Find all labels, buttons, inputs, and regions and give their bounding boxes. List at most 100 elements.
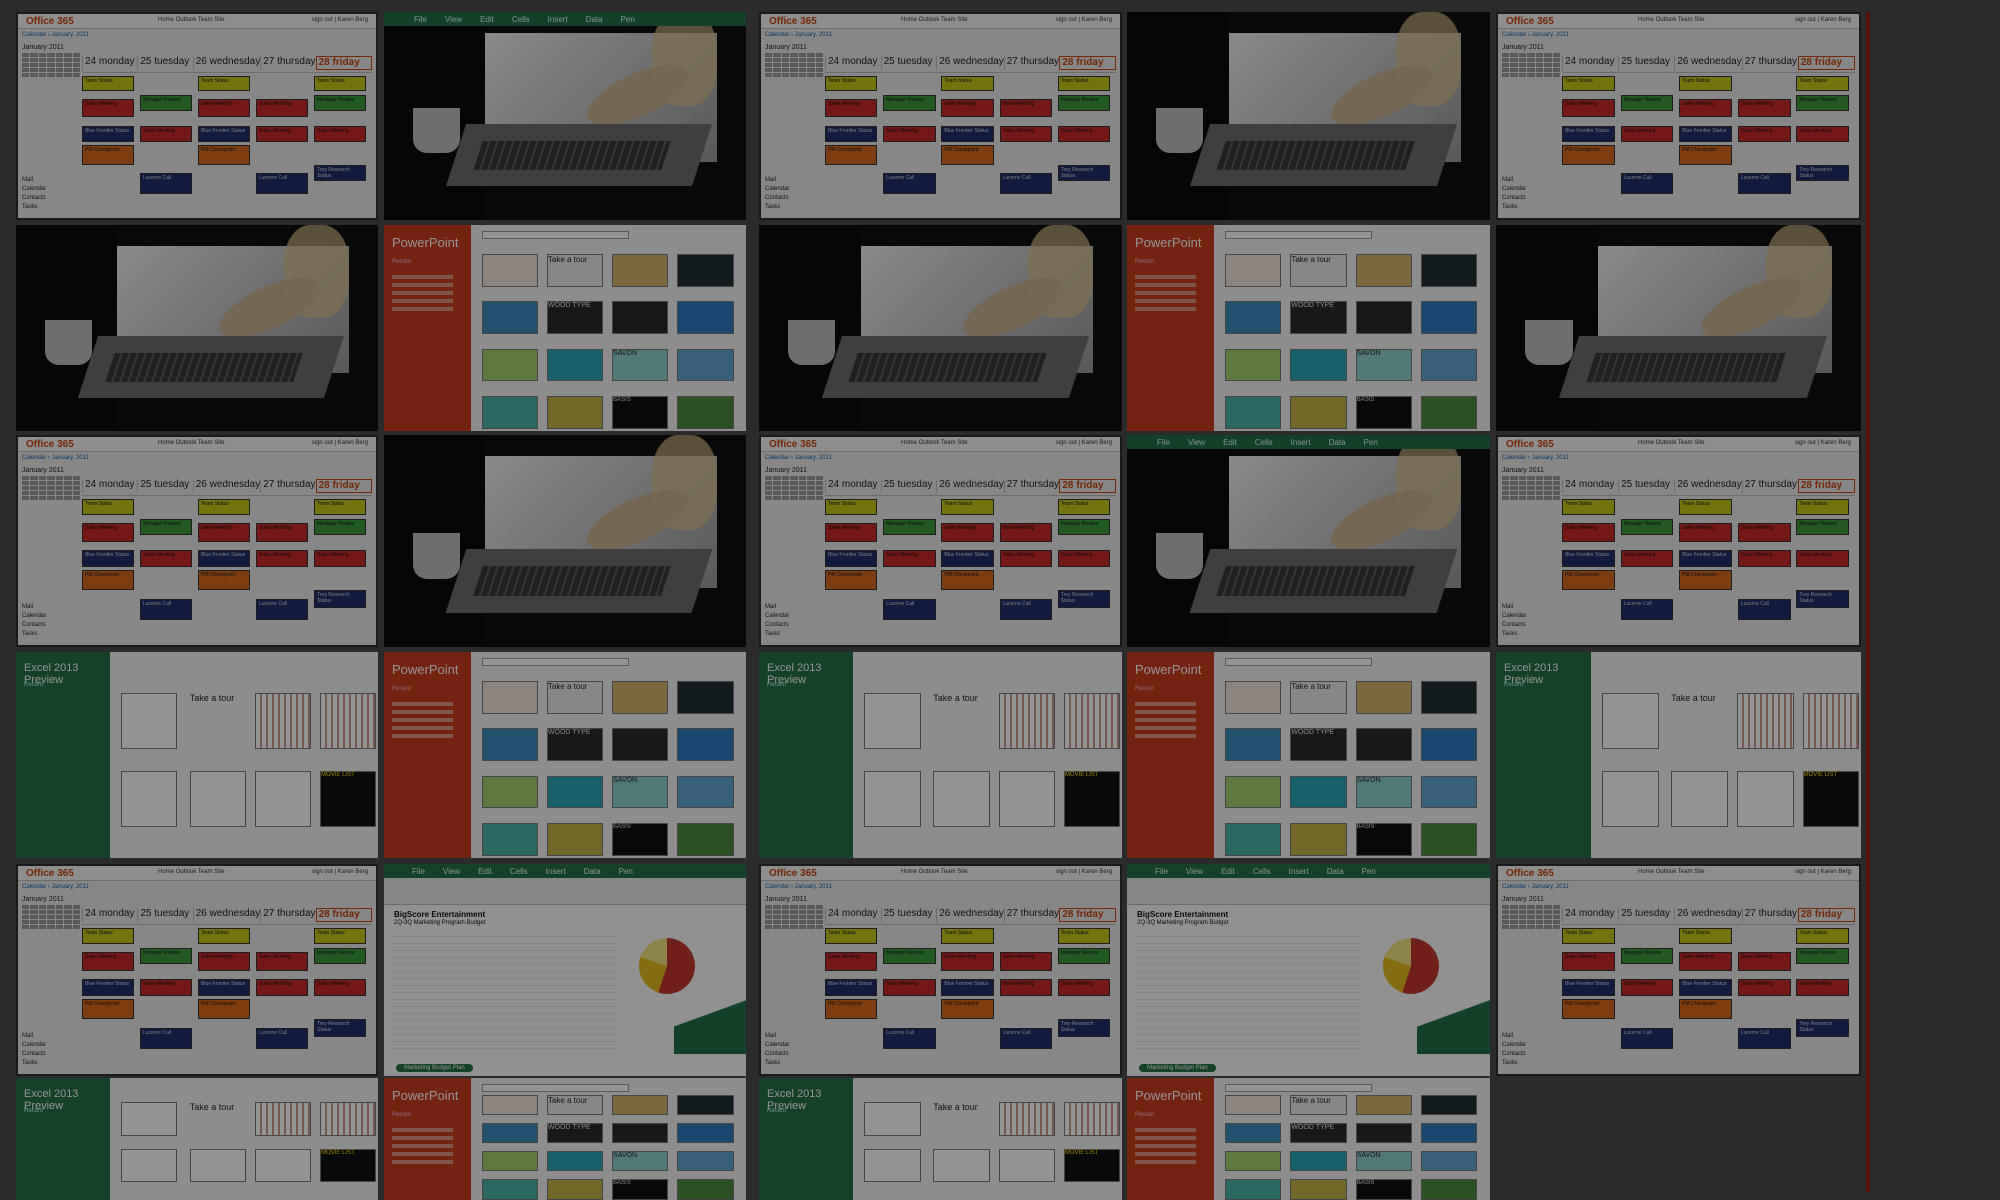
- calendar-event[interactable]: Team Status: [314, 498, 367, 515]
- calendar-event[interactable]: Sales Meeting: [1679, 952, 1732, 971]
- mini-calendar-day[interactable]: [38, 53, 47, 57]
- template-thumbnail[interactable]: [1421, 775, 1478, 809]
- template-thumbnail[interactable]: [1225, 822, 1282, 856]
- template-thumbnail[interactable]: [1421, 1095, 1478, 1116]
- nav-item-mail[interactable]: Mail: [22, 1032, 46, 1041]
- recent-file[interactable]: [1135, 1136, 1196, 1140]
- ribbon-tab[interactable]: Cells: [1255, 438, 1273, 447]
- calendar-event[interactable]: Sales Meeting: [1737, 125, 1791, 143]
- workbook-template[interactable]: [998, 1102, 1056, 1137]
- mini-calendar-day[interactable]: [781, 486, 790, 490]
- mini-calendar-day[interactable]: [38, 58, 47, 62]
- mini-calendar-day[interactable]: [815, 486, 823, 490]
- workbook-template[interactable]: [320, 1102, 377, 1137]
- mini-calendar-day[interactable]: [1527, 73, 1535, 77]
- template-thumbnail[interactable]: [1290, 1179, 1347, 1200]
- template-thumbnail[interactable]: BASIS: [612, 1179, 669, 1200]
- tile-cal[interactable]: Office 365 Home Outlook Team Site sign out…: [759, 435, 1122, 647]
- template-thumbnail[interactable]: [1421, 728, 1478, 762]
- mini-calendar[interactable]: January 2011: [1502, 44, 1560, 77]
- mini-calendar-day[interactable]: [64, 925, 72, 929]
- mini-calendar-day[interactable]: [815, 63, 823, 67]
- mini-calendar-day[interactable]: [1502, 73, 1510, 77]
- top-nav-links[interactable]: Home Outlook Team Site: [901, 17, 968, 23]
- mini-calendar-day[interactable]: [1544, 496, 1552, 500]
- mini-calendar-day[interactable]: [1544, 53, 1552, 57]
- template-thumbnail[interactable]: [1225, 253, 1282, 287]
- template-thumbnail[interactable]: SAVON: [612, 348, 669, 382]
- mini-calendar-day[interactable]: [765, 486, 773, 490]
- calendar-event[interactable]: PM Checkpoint: [1679, 570, 1732, 591]
- recent-file[interactable]: [392, 718, 453, 722]
- mini-calendar-day[interactable]: [1527, 925, 1535, 929]
- mini-calendar-day[interactable]: [815, 910, 823, 914]
- calendar-event[interactable]: Blue Frontier Status: [941, 979, 994, 997]
- calendar-event[interactable]: Blue Frontier Status: [825, 125, 878, 143]
- user-menu[interactable]: sign out | Karen Berg: [1056, 440, 1112, 446]
- top-nav-links[interactable]: Home Outlook Team Site: [158, 440, 225, 446]
- mini-calendar-day[interactable]: [807, 58, 815, 62]
- template-thumbnail[interactable]: [1225, 1095, 1282, 1116]
- mini-calendar-day[interactable]: [64, 63, 72, 67]
- calendar-event[interactable]: PM Checkpoint: [82, 999, 135, 1020]
- calendar-event[interactable]: Manager Review: [1620, 95, 1674, 111]
- nav-item-contacts[interactable]: Contacts: [765, 1050, 789, 1059]
- calendar-event[interactable]: PM Checkpoint: [941, 145, 994, 165]
- mini-calendar-day[interactable]: [1502, 486, 1510, 490]
- template-thumbnail[interactable]: BASIS: [1355, 822, 1413, 856]
- mini-calendar-day[interactable]: [1552, 481, 1560, 485]
- recent-file[interactable]: [1135, 734, 1196, 738]
- calendar-event[interactable]: Blue Frontier Status: [198, 979, 251, 997]
- mini-calendar-day[interactable]: [22, 73, 30, 77]
- ribbon-tab[interactable]: Cells: [1253, 867, 1271, 876]
- calendar-event[interactable]: Sales Meeting: [1562, 99, 1615, 118]
- mini-calendar-day[interactable]: [765, 68, 773, 72]
- calendar-event[interactable]: Team Status: [1679, 75, 1732, 92]
- calendar-event[interactable]: Lucerne Call: [883, 1027, 936, 1050]
- calendar-grid[interactable]: Team Status Team Status Team Status Manager…: [825, 495, 1116, 639]
- calendar-event[interactable]: Team Status: [825, 75, 878, 92]
- calendar-event[interactable]: Sales Meeting: [314, 125, 367, 143]
- nav-item-contacts[interactable]: Contacts: [22, 1050, 46, 1059]
- workbook-template[interactable]: [864, 1148, 921, 1183]
- mini-calendar-day[interactable]: [1535, 481, 1544, 485]
- ribbon-tab[interactable]: View: [443, 867, 460, 876]
- calendar-grid[interactable]: Team Status Team Status Team Status Manager…: [82, 72, 372, 212]
- template-thumbnail[interactable]: [481, 301, 539, 335]
- calendar-event[interactable]: Blue Frontier Status: [82, 550, 135, 568]
- mini-calendar-day[interactable]: [47, 481, 55, 485]
- mini-calendar-day[interactable]: [807, 63, 815, 67]
- template-thumbnail[interactable]: [546, 1179, 604, 1200]
- template-thumbnail[interactable]: SAVON: [1355, 775, 1413, 809]
- mini-calendar-day[interactable]: [64, 915, 72, 919]
- calendar-event[interactable]: Team Status: [1796, 498, 1850, 515]
- calendar-event[interactable]: Sales Meeting: [883, 979, 936, 997]
- mini-calendar-day[interactable]: [1527, 905, 1535, 909]
- mini-calendar-day[interactable]: [1544, 915, 1552, 919]
- mini-calendar-day[interactable]: [765, 53, 773, 57]
- mini-calendar-day[interactable]: [807, 73, 815, 77]
- mini-calendar[interactable]: January 2011: [22, 44, 80, 77]
- calendar-event[interactable]: Sales Meeting: [256, 979, 309, 997]
- mini-calendar-day[interactable]: [773, 53, 781, 57]
- calendar-event[interactable]: Sales Meeting: [825, 523, 878, 542]
- template-thumbnail[interactable]: [1421, 301, 1478, 335]
- mini-calendar-day[interactable]: [1518, 920, 1527, 924]
- mini-calendar-day[interactable]: [815, 481, 823, 485]
- nav-item-contacts[interactable]: Contacts: [22, 621, 46, 630]
- calendar-event[interactable]: Sales Meeting: [999, 125, 1052, 143]
- calendar-event[interactable]: Sales Meeting: [256, 550, 309, 568]
- tile-photo-ribbon[interactable]: File View Edit Cells Insert Data Pen: [1127, 435, 1490, 647]
- mini-calendar-day[interactable]: [790, 925, 798, 929]
- ribbon-tab[interactable]: File: [1157, 438, 1170, 447]
- mini-calendar-day[interactable]: [30, 910, 38, 914]
- calendar-event[interactable]: Manager Review: [1057, 518, 1111, 535]
- mini-calendar-day[interactable]: [781, 925, 790, 929]
- mini-calendar-day[interactable]: [815, 496, 823, 500]
- mini-calendar-day[interactable]: [1527, 920, 1535, 924]
- calendar-event[interactable]: Sales Meeting: [1737, 99, 1791, 118]
- mini-calendar-day[interactable]: [38, 496, 47, 500]
- template-thumbnail[interactable]: [677, 1151, 734, 1172]
- mini-calendar-day[interactable]: [1552, 68, 1560, 72]
- nav-item-mail[interactable]: Mail: [765, 1032, 789, 1041]
